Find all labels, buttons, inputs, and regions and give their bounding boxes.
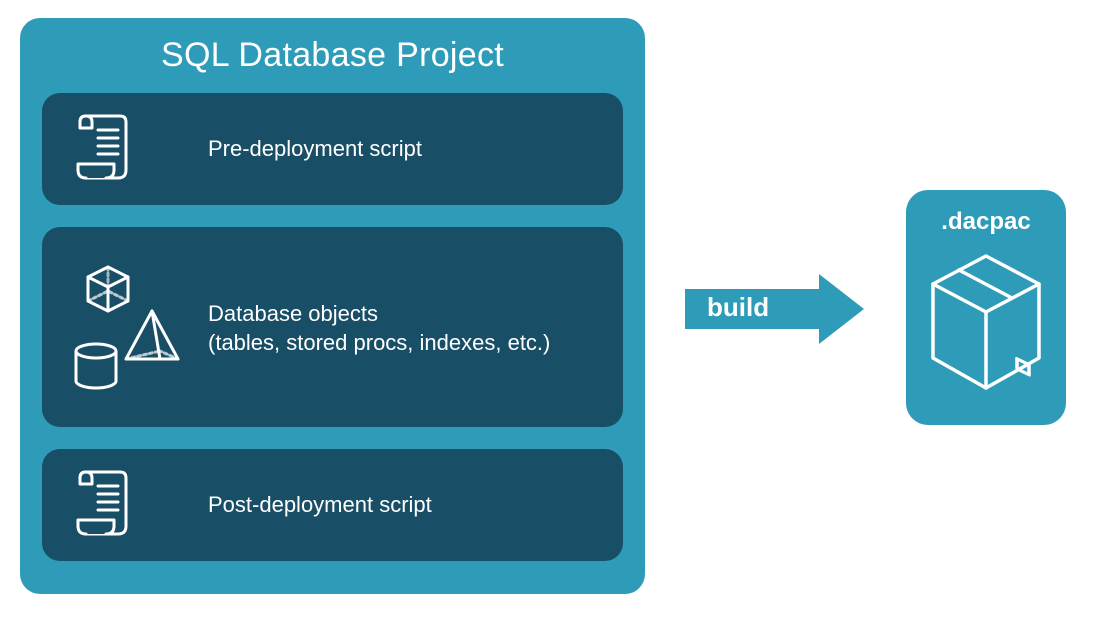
project-title: SQL Database Project xyxy=(42,36,623,75)
output-label: .dacpac xyxy=(941,208,1030,236)
project-panel: SQL Database Project Pre-deployment scri… xyxy=(20,18,645,594)
postdeploy-label: Post-deployment script xyxy=(208,489,432,521)
dbobjects-text: Database objects (tables, stored procs, … xyxy=(208,298,550,356)
output-panel: .dacpac xyxy=(906,190,1066,425)
predeploy-label: Pre-deployment script xyxy=(208,133,422,165)
scroll-icon xyxy=(68,114,208,184)
dbobjects-box: Database objects (tables, stored procs, … xyxy=(42,227,623,427)
build-arrow: build xyxy=(685,274,865,344)
arrow-head-icon xyxy=(819,274,864,344)
package-icon xyxy=(921,248,1051,398)
dbobjects-sub: (tables, stored procs, indexes, etc.) xyxy=(208,330,550,356)
build-label: build xyxy=(707,292,769,323)
postdeploy-box: Post-deployment script xyxy=(42,449,623,561)
shapes-icon xyxy=(68,257,208,397)
scroll-icon xyxy=(68,470,208,540)
dbobjects-label: Database objects xyxy=(208,298,550,330)
predeploy-box: Pre-deployment script xyxy=(42,93,623,205)
